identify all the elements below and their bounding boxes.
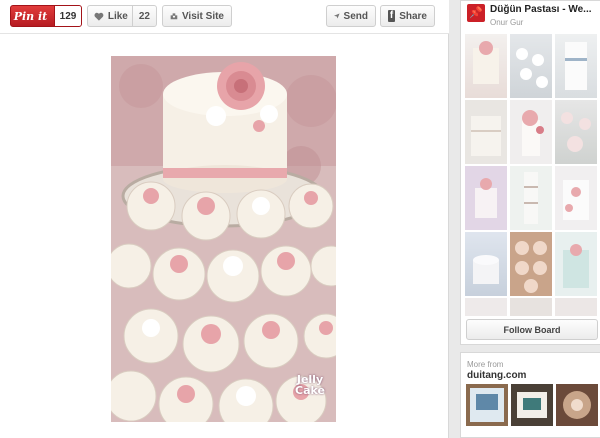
pin-it-label: Pin it [13, 9, 48, 23]
facebook-icon: f [388, 10, 396, 22]
share-button[interactable]: f Share [380, 5, 435, 27]
pin-it-button[interactable]: Pin it 129 [10, 5, 82, 27]
pin-board-icon: 📌 [467, 4, 485, 22]
source-domain-link[interactable]: duitang.com [467, 370, 526, 381]
visit-site-button[interactable]: Visit Site [162, 5, 232, 27]
like-label: Like [107, 10, 128, 22]
visit-site-label: Visit Site [181, 10, 224, 22]
board-thumbnail[interactable] [555, 166, 597, 230]
heart-icon [94, 12, 104, 21]
like-count: 22 [131, 6, 156, 26]
jelly-cake-watermark: Jelly Cake [289, 374, 331, 396]
more-from-source-panel: More from duitang.com [460, 352, 600, 438]
board-panel: 📌 Düğün Pastası - We... Onur Gur Follow … [460, 0, 600, 345]
watermark-line2: Cake [295, 384, 325, 397]
board-thumbnail[interactable] [510, 298, 552, 316]
source-thumbnail[interactable] [466, 384, 508, 426]
source-thumbnail[interactable] [511, 384, 553, 426]
board-thumbnail[interactable] [465, 298, 507, 316]
share-label: Share [399, 10, 427, 22]
board-thumbnail[interactable] [465, 34, 507, 98]
visit-site-icon [170, 13, 178, 20]
pin-action-bar: Pin it 129 Like 22 Visit Site Send f Sha… [0, 0, 449, 34]
board-thumbnail[interactable] [555, 232, 597, 296]
board-thumbnail[interactable] [555, 298, 597, 316]
board-thumbnail[interactable] [510, 166, 552, 230]
pin-page: Pin it 129 Like 22 Visit Site Send f Sha… [0, 0, 600, 438]
board-thumbnail[interactable] [465, 166, 507, 230]
send-label: Send [343, 10, 368, 22]
board-title[interactable]: Düğün Pastası - We... [490, 4, 600, 15]
like-button[interactable]: Like 22 [87, 5, 157, 27]
board-thumbnail[interactable] [510, 100, 552, 164]
send-button[interactable]: Send [326, 5, 376, 27]
board-thumbnail[interactable] [555, 100, 597, 164]
pin-closeup-card: Pin it 129 Like 22 Visit Site Send f Sha… [0, 0, 449, 438]
more-from-label: More from [467, 360, 504, 369]
board-thumbnail[interactable] [510, 232, 552, 296]
pin-count: 129 [54, 6, 81, 26]
board-thumbnail[interactable] [465, 100, 507, 164]
follow-board-button[interactable]: Follow Board [466, 319, 598, 340]
board-thumbnail[interactable] [465, 232, 507, 296]
source-thumbnail[interactable] [556, 384, 598, 426]
send-icon [334, 13, 340, 19]
board-thumbnail[interactable] [510, 34, 552, 98]
board-thumbnail-grid [465, 34, 597, 316]
board-thumbnail[interactable] [555, 34, 597, 98]
board-owner[interactable]: Onur Gur [490, 18, 523, 27]
pin-image[interactable]: Jelly Cake [111, 56, 336, 422]
